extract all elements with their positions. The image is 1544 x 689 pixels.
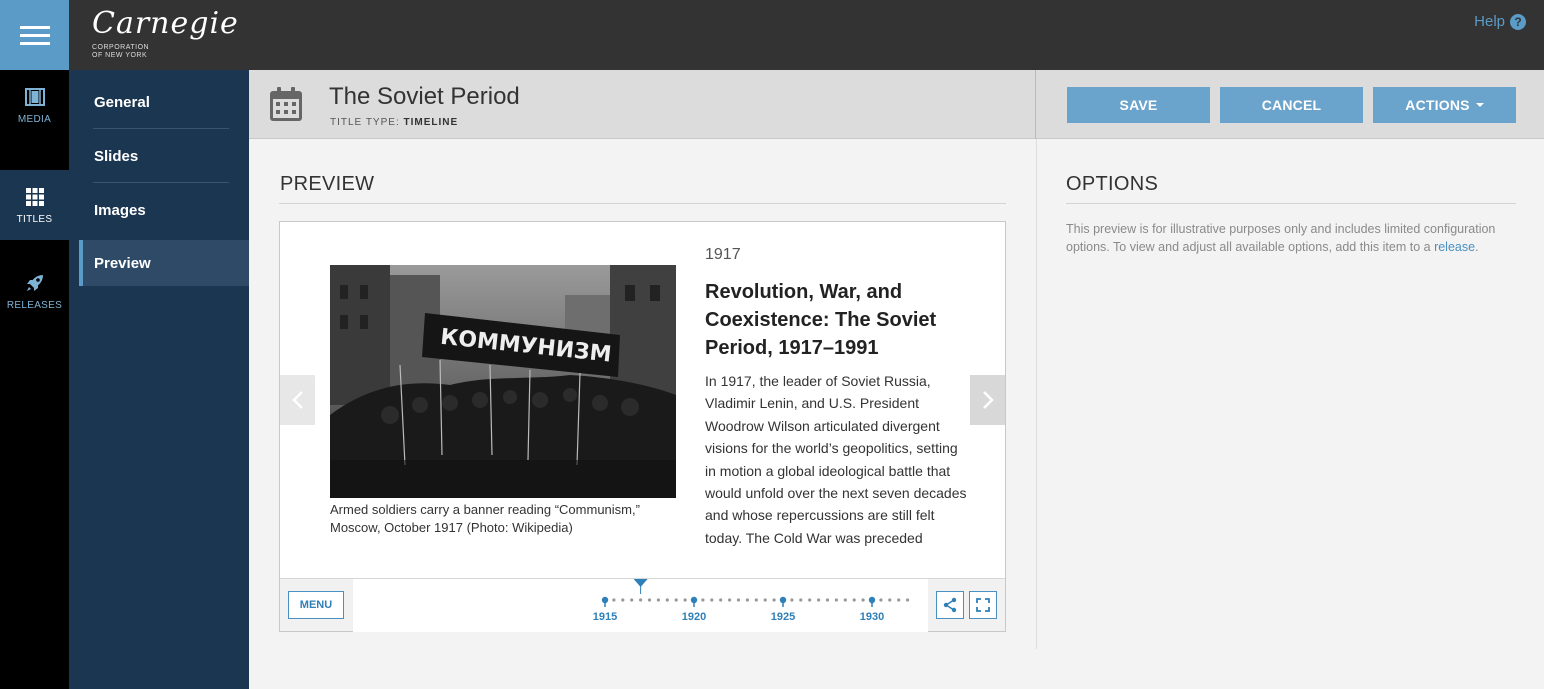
subnav-item-preview[interactable]: Preview	[79, 240, 249, 286]
top-bar: Carnegie CORPORATION OF NEW YORK Help ?	[0, 0, 1544, 70]
help-label: Help	[1474, 13, 1505, 30]
timeline-minor-dot[interactable]	[799, 598, 803, 602]
carnegie-logo[interactable]: Carnegie CORPORATION OF NEW YORK	[88, 6, 238, 64]
slide-photo: КОММУНИЗМ	[330, 265, 676, 498]
timeline-minor-dot[interactable]	[701, 598, 705, 602]
timeline-minor-dot[interactable]	[710, 598, 714, 602]
chevron-left-icon	[291, 391, 303, 409]
save-button[interactable]: SAVE	[1067, 87, 1210, 123]
timeline-minor-dot[interactable]	[897, 598, 901, 602]
timeline-minor-dot[interactable]	[736, 598, 741, 602]
timeline-minor-dot[interactable]	[630, 598, 634, 602]
rail-item-titles[interactable]: TITLES	[0, 170, 69, 240]
timeline-tick-label[interactable]: 1925	[771, 611, 795, 623]
hamburger-menu-icon[interactable]	[0, 0, 69, 70]
actions-label: ACTIONS	[1405, 97, 1470, 113]
help-link[interactable]: Help ?	[1474, 13, 1526, 30]
timeline-preview: КОММУНИЗМ Armed soldiers carry a banner …	[279, 221, 1006, 632]
timeline-minor-dot[interactable]	[647, 598, 652, 602]
chevron-right-icon	[982, 391, 994, 409]
cancel-button[interactable]: CANCEL	[1220, 87, 1363, 123]
timeline-tick-label[interactable]: 1915	[593, 611, 617, 623]
calendar-icon	[270, 87, 302, 121]
timeline-minor-dot[interactable]	[906, 598, 910, 602]
rail-item-media[interactable]: MEDIA	[0, 70, 69, 140]
share-button[interactable]	[936, 591, 964, 619]
soviet-march-photo: КОММУНИЗМ	[330, 265, 676, 498]
timeline-minor-dot[interactable]	[639, 598, 643, 602]
rocket-icon	[26, 274, 43, 291]
timeline-minor-dot[interactable]	[656, 598, 660, 602]
options-rule	[1066, 203, 1516, 204]
timeline-track[interactable]: 1915 1920 1925 1930	[353, 579, 928, 632]
film-icon	[24, 87, 45, 106]
slide-title: Revolution, War, and Coexistence: The So…	[705, 281, 937, 359]
timeline-menu-button[interactable]: MENU	[288, 591, 344, 619]
next-slide-button[interactable]	[970, 375, 1005, 425]
timeline-minor-dot[interactable]	[754, 598, 758, 602]
page-title: The Soviet Period	[329, 83, 520, 110]
timeline-major-dot[interactable]	[868, 596, 876, 604]
timeline-minor-dot[interactable]	[772, 598, 776, 602]
preview-heading: PREVIEW	[280, 173, 375, 195]
timeline-minor-dot[interactable]	[861, 598, 865, 602]
caret-down-icon	[1475, 103, 1484, 107]
timeline-minor-dot[interactable]	[888, 598, 892, 602]
subnav-item-general[interactable]: General	[79, 75, 249, 129]
question-circle-icon: ?	[1510, 13, 1526, 30]
options-description: This preview is for illustrative purpose…	[1066, 222, 1496, 254]
rail-label: RELEASES	[6, 299, 63, 311]
timeline-minor-dot[interactable]	[834, 598, 838, 602]
timeline-navigation: MENU 1915 1920 1925 1930	[280, 578, 1005, 632]
timeline-minor-dot[interactable]	[674, 598, 678, 602]
slide-body[interactable]: In 1917, the leader of Soviet Russia, Vl…	[705, 370, 970, 556]
timeline-minor-dot[interactable]	[790, 598, 794, 602]
header-divider	[1035, 70, 1036, 139]
timeline-minor-dot[interactable]	[683, 598, 687, 602]
timeline-minor-dot[interactable]	[843, 598, 847, 602]
rail-item-releases[interactable]: RELEASES	[0, 256, 69, 326]
timeline-major-dot[interactable]	[601, 596, 609, 604]
icon-rail: MEDIA TITLES RELEASES	[0, 70, 69, 689]
timeline-major-dot[interactable]	[779, 596, 787, 604]
photo-caption: Armed soldiers carry a banner reading “C…	[330, 502, 640, 535]
share-icon	[943, 597, 957, 613]
timeline-minor-dot[interactable]	[719, 598, 723, 602]
timeline-minor-dot[interactable]	[745, 598, 749, 602]
timeline-tick-label[interactable]: 1930	[860, 611, 884, 623]
actions-button[interactable]: ACTIONS	[1373, 87, 1516, 123]
column-divider	[1036, 139, 1037, 649]
rail-label: MEDIA	[17, 113, 52, 125]
timeline-minor-dot[interactable]	[763, 598, 767, 602]
timeline-tick-label[interactable]: 1920	[682, 611, 706, 623]
fullscreen-icon	[976, 598, 990, 612]
title-sub-nav: General Slides Images Preview	[69, 70, 249, 689]
subnav-item-images[interactable]: Images	[79, 183, 249, 237]
timeline-minor-dot[interactable]	[879, 598, 883, 602]
rail-label: TITLES	[16, 213, 53, 225]
timeline-minor-dot[interactable]	[852, 598, 856, 602]
timeline-minor-dot[interactable]	[808, 598, 812, 602]
preview-rule	[279, 203, 1006, 204]
logo-subtitle: CORPORATION OF NEW YORK	[92, 44, 150, 59]
timeline-minor-dot[interactable]	[817, 598, 821, 602]
fullscreen-button[interactable]	[969, 591, 997, 619]
grid-icon	[25, 187, 44, 206]
timeline-minor-dot[interactable]	[612, 598, 616, 602]
subnav-item-slides[interactable]: Slides	[79, 129, 249, 183]
timeline-major-dot[interactable]	[690, 596, 698, 604]
options-heading: OPTIONS	[1066, 173, 1159, 195]
logo-script: Carnegie	[92, 6, 239, 41]
timeline-minor-dot[interactable]	[728, 598, 732, 602]
title-header: The Soviet Period TITLE TYPE: TIMELINE S…	[249, 70, 1544, 139]
previous-slide-button[interactable]	[280, 375, 315, 425]
release-link[interactable]: release	[1434, 240, 1475, 254]
timeline-minor-dot[interactable]	[825, 598, 830, 602]
slide-year: 1917	[705, 246, 741, 263]
timeline-ticks	[601, 579, 910, 607]
timeline-minor-dot[interactable]	[665, 598, 669, 602]
title-type: TITLE TYPE: TIMELINE	[330, 117, 459, 128]
timeline-minor-dot[interactable]	[621, 598, 625, 602]
